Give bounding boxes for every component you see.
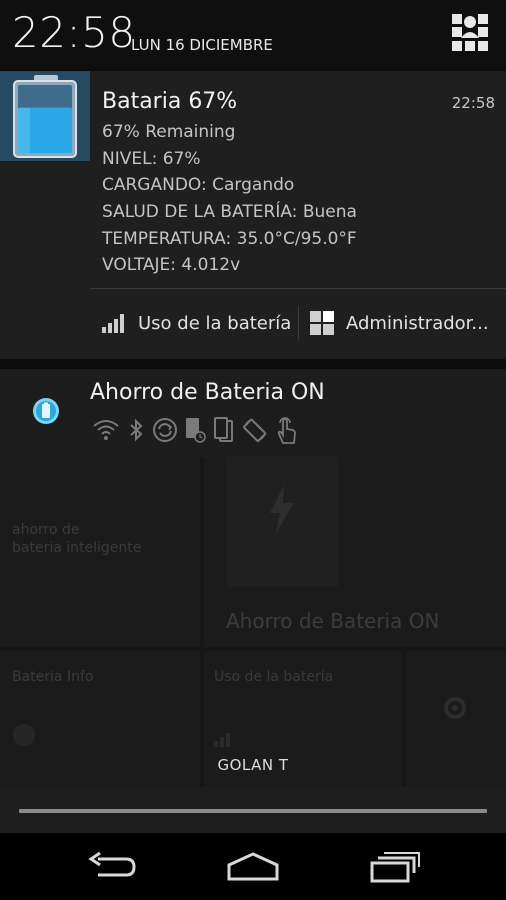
toggle-icons [92,415,298,445]
bg-bottom-mid-text: Uso de la batería [214,669,334,685]
dimmed-background: ahorro de bateria inteligente Ahorro de … [0,457,506,787]
status-bar: 22:58 LUN 16 DICIEMBRE [0,0,506,68]
shade-handle-area[interactable] [0,787,506,833]
signal-bars-icon [102,314,124,333]
back-icon[interactable] [88,851,136,883]
navigation-bar [0,833,506,900]
battery-usage-label: Uso de la batería [138,312,292,334]
battery-notification[interactable]: Bataria 67% 22:58 67% Remaining NIVEL: 6… [0,71,506,359]
bg-left-text: ahorro de bateria inteligente [12,522,142,556]
level-text: NIVEL: 67% [102,148,201,169]
clock: 22:58 [12,8,136,57]
touch-icon [277,417,296,444]
bluetooth-icon [130,418,143,442]
carrier-label: GOLAN T [217,756,289,774]
battery-saver-icon [33,398,59,424]
bg-right-text: Ahorro de Bateria ON [226,609,440,633]
quick-settings-icon[interactable] [452,14,488,52]
bg-info-icon [13,724,35,746]
notification-title: Bataria 67% [102,89,238,114]
battery-usage-button[interactable]: Uso de la batería [102,307,291,339]
bg-bolt-icon [270,485,294,533]
voltage-text: VOLTAJE: 4.012v [102,255,241,276]
sync-icon [153,418,177,442]
notification-time: 22:58 [451,94,495,112]
bg-bars-icon [214,733,230,747]
manager-label: Administrador... [346,312,489,334]
saver-title: Ahorro de Bateria ON [90,380,325,405]
manager-button[interactable]: Administrador... [310,307,489,339]
auto-rotate-icon [243,418,267,442]
saver-notification[interactable]: Ahorro de Bateria ON [0,369,506,457]
remaining-text: 67% Remaining [102,122,236,142]
bg-gear-icon [444,697,466,719]
screen-timeout-icon [186,418,206,443]
action-separator [298,306,299,340]
health-text: SALUD DE LA BATERÍA: Buena [102,202,357,223]
recent-apps-icon[interactable] [370,851,420,883]
divider [90,288,506,289]
drag-handle[interactable] [19,809,487,813]
wifi-icon [93,420,119,440]
battery-details: 67% Remaining NIVEL: 67% CARGANDO: Carga… [102,119,357,279]
grid-icon [310,311,334,335]
date: LUN 16 DICIEMBRE [131,36,273,54]
vibrate-icon [214,417,233,442]
temperature-text: TEMPERATURA: 35.0°C/95.0°F [102,228,357,249]
battery-icon [0,71,90,161]
charging-text: CARGANDO: Cargando [102,175,295,196]
home-icon[interactable] [227,851,279,883]
bg-bottom-left-text: Bateria Info [12,669,94,685]
